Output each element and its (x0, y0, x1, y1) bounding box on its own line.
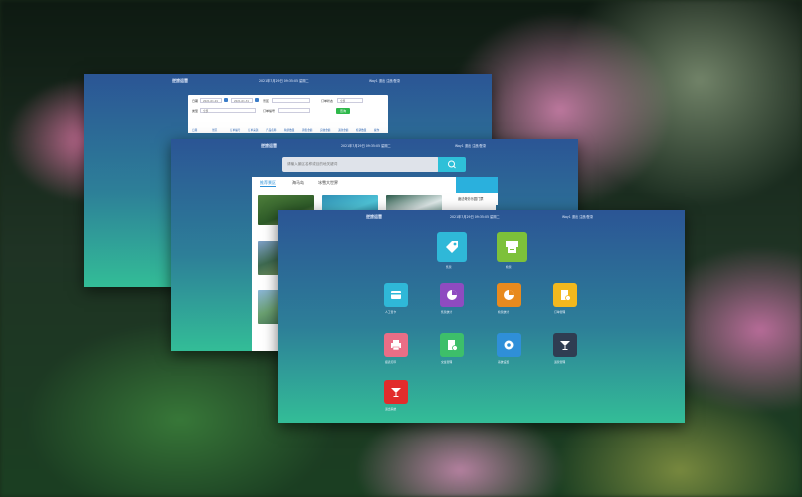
order-label: 订单编号 (263, 109, 276, 113)
tile-order-manage[interactable]: 订单管理 (551, 283, 581, 321)
datetime: 2021年7月29日 09:35:05 星期二 (450, 215, 500, 219)
search-button[interactable] (438, 157, 466, 172)
app-logo: 逆旅运营 (366, 214, 382, 219)
window-main-menu[interactable]: 逆旅运营 2021年7月29日 09:35:05 星期二 Way1 退出 注册/… (278, 210, 685, 423)
user-links[interactable]: Way1 退出 注册/登录 (562, 214, 593, 219)
tile-check-ticket[interactable]: 检票 (496, 232, 528, 272)
tab-ice-world[interactable]: 冰雪大世界 (318, 180, 338, 186)
tile-label: 人工售卡 (385, 310, 397, 314)
col-header: 订单来源 (248, 129, 259, 132)
type-label: 类型 (192, 109, 199, 113)
col-header: 实收金额 (320, 129, 331, 132)
col-header: 核销数量 (356, 129, 367, 132)
app-logo: 逆旅运营 (172, 78, 188, 83)
datetime: 2021年7月29日 09:35:05 星期二 (341, 144, 391, 148)
tile-sales-stats[interactable]: 售票统计 (438, 283, 468, 321)
status-select[interactable]: 全部 (337, 98, 363, 103)
tile-system-settings[interactable]: 系统设置 (495, 333, 525, 371)
promo-banner (456, 177, 498, 193)
col-header: 操作 (374, 129, 380, 132)
tab-recommended[interactable]: 推荐景区 (260, 180, 276, 187)
date-to-input[interactable]: 2021-01-31 (231, 98, 253, 103)
tile-label: 检票统计 (498, 310, 510, 314)
tile-exit-system[interactable]: 退出系统 (382, 380, 412, 418)
ticket-machine-icon (497, 232, 527, 262)
col-header: 景区 (212, 129, 218, 132)
tile-label: 售票 (446, 265, 452, 269)
query-button[interactable]: 查询 (336, 108, 350, 114)
user-links[interactable]: Way1 退出 注册/登录 (455, 143, 486, 148)
tile-sell-ticket[interactable]: 售票 (436, 232, 468, 272)
col-header: 购票数量 (284, 129, 295, 132)
query-form: 日期 2021-01-01 2021-01-31 景区 订单状态 全部 类型 全… (188, 95, 388, 131)
pie-chart-icon (497, 283, 521, 307)
scenic-thumbnail[interactable] (258, 290, 280, 324)
tile-label: 检票 (506, 265, 512, 269)
promo-text: 魔法奇妙乐园门票 (458, 197, 484, 201)
document-gear-icon (440, 333, 464, 357)
col-header: 日期 (192, 129, 198, 132)
tile-label: 报表打印 (385, 360, 397, 364)
col-header: 退款金额 (338, 129, 349, 132)
order-input[interactable] (278, 108, 310, 113)
app-logo: 逆旅运营 (261, 143, 277, 148)
scenic-select[interactable] (272, 98, 310, 103)
gear-icon (497, 333, 521, 357)
scenic-label: 景区 (263, 99, 270, 103)
user-links[interactable]: Way1 退出 注册/登录 (369, 78, 400, 83)
tile-shift-manage[interactable]: 交班管理 (438, 333, 468, 371)
calendar-icon[interactable] (255, 98, 259, 102)
date-label: 日期 (192, 99, 199, 103)
tile-label: 订单管理 (554, 310, 566, 314)
col-header: 产品名称 (266, 129, 277, 132)
tile-label: 系统设置 (498, 360, 510, 364)
datetime: 2021年7月29日 09:35:05 星期二 (259, 79, 309, 83)
top-bar: 逆旅运营 2021年7月29日 09:35:05 星期二 Way1 退出 注册/… (278, 210, 685, 222)
status-label: 订单状态 (321, 99, 334, 103)
card-icon (384, 283, 408, 307)
tile-refund-manage[interactable]: 退票管理 (551, 333, 581, 371)
tile-check-stats[interactable]: 检票统计 (495, 283, 525, 321)
printer-icon (384, 333, 408, 357)
calendar-icon[interactable] (224, 98, 228, 102)
tile-label: 交班管理 (441, 360, 453, 364)
promo-card[interactable]: 魔法奇妙乐园门票 (456, 177, 498, 205)
table-header: 日期 景区 订单编号 订单来源 产品名称 购票数量 销售金额 实收金额 退款金额… (188, 128, 388, 133)
search-icon (448, 160, 456, 169)
pie-chart-icon (440, 283, 464, 307)
tile-report-print[interactable]: 报表打印 (382, 333, 412, 371)
cocktail-icon (553, 333, 577, 357)
scenic-thumbnail[interactable] (258, 241, 280, 275)
date-from-input[interactable]: 2021-01-01 (200, 98, 222, 103)
top-bar: 逆旅运营 2021年7月29日 09:35:05 星期二 Way1 退出 注册/… (84, 74, 492, 86)
tile-label: 退票管理 (554, 360, 566, 364)
tile-manual-card[interactable]: 人工售卡 (382, 283, 412, 321)
type-select[interactable]: 全部 (200, 108, 256, 113)
tile-label: 退出系统 (385, 407, 397, 411)
search-input[interactable]: 请输入景区名称或目的地关键词 (282, 157, 439, 172)
document-clock-icon (553, 283, 577, 307)
top-bar: 逆旅运营 2021年7月29日 09:35:05 星期二 Way1 退出 注册/… (171, 139, 578, 151)
col-header: 销售金额 (302, 129, 313, 132)
cocktail-icon (384, 380, 408, 404)
col-header: 订单编号 (230, 129, 241, 132)
ticket-tag-icon (437, 232, 467, 262)
tile-label: 售票统计 (441, 310, 453, 314)
tab-haimadao[interactable]: 海马岛 (292, 180, 304, 186)
